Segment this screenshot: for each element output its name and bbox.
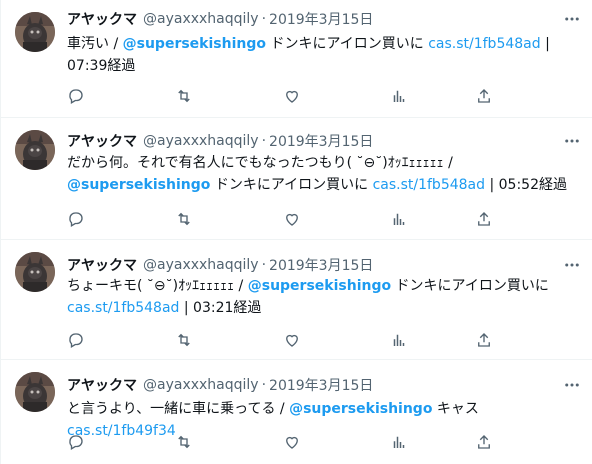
tweet-text: ちょーキモ( ˘⊖˘)ｵｯｴｪｪｪｪｪ / @supersekishingo ド…: [67, 275, 567, 319]
more-icon[interactable]: [561, 375, 583, 395]
views-icon[interactable]: [384, 430, 414, 454]
tweet-text-prefix: だから何。それで有名人にでもなったつもり( ˘⊖˘)ｵｯｴｪｪｪｪｪ /: [67, 155, 453, 171]
views-icon[interactable]: [384, 328, 414, 352]
tweet-actions: [61, 328, 501, 352]
retweet-icon[interactable]: [169, 430, 199, 454]
avatar[interactable]: [15, 252, 55, 292]
user-handle[interactable]: @ayaxxxhaqqily: [143, 377, 259, 393]
user-handle[interactable]: @ayaxxxhaqqily: [143, 133, 259, 149]
share-icon[interactable]: [469, 207, 499, 231]
tweet-feed: アヤックマ @ayaxxxhaqqily · 2019年3月15日 車汚い / …: [0, 0, 592, 464]
tweet-date[interactable]: 2019年3月15日: [269, 9, 373, 29]
tweet-actions: [61, 207, 501, 231]
tweet-date[interactable]: 2019年3月15日: [269, 131, 373, 151]
tweet-text-suffix: | 03:21経過: [179, 300, 262, 316]
tweet-text-prefix: 車汚い /: [67, 36, 123, 52]
tweet-text-prefix: と言うより、一緒に車に乗ってる /: [67, 401, 290, 417]
like-icon[interactable]: [277, 207, 307, 231]
share-icon[interactable]: [469, 328, 499, 352]
display-name[interactable]: アヤックマ: [67, 375, 137, 395]
reply-icon[interactable]: [61, 430, 91, 454]
like-icon[interactable]: [277, 430, 307, 454]
tweet-text: 車汚い / @supersekishingo ドンキにアイロン買いに cas.s…: [67, 33, 567, 77]
retweet-icon[interactable]: [169, 207, 199, 231]
display-name[interactable]: アヤックマ: [67, 255, 137, 275]
tweet-text-middle: ドンキにアイロン買いに: [391, 278, 549, 294]
more-icon[interactable]: [561, 255, 583, 275]
mention-link[interactable]: @supersekishingo: [248, 278, 391, 294]
share-icon[interactable]: [469, 84, 499, 108]
url-link[interactable]: cas.st/1fb548ad: [373, 177, 485, 193]
user-handle[interactable]: @ayaxxxhaqqily: [143, 257, 259, 273]
tweet-text-prefix: ちょーキモ( ˘⊖˘)ｵｯｴｪｪｪｪｪ /: [67, 278, 248, 294]
user-handle[interactable]: @ayaxxxhaqqily: [143, 11, 259, 27]
views-icon[interactable]: [384, 84, 414, 108]
reply-icon[interactable]: [61, 328, 91, 352]
mention-link[interactable]: @supersekishingo: [67, 177, 210, 193]
like-icon[interactable]: [277, 328, 307, 352]
reply-icon[interactable]: [61, 84, 91, 108]
tweet-text-middle: ドンキにアイロン買いに: [266, 36, 429, 52]
tweet[interactable]: アヤックマ @ayaxxxhaqqily · 2019年3月15日 車汚い / …: [1, 0, 592, 118]
tweet-header: アヤックマ @ayaxxxhaqqily · 2019年3月15日: [67, 375, 373, 395]
avatar[interactable]: [15, 12, 55, 52]
tweet-actions: [61, 84, 501, 108]
avatar[interactable]: [15, 372, 55, 412]
tweet[interactable]: アヤックマ @ayaxxxhaqqily · 2019年3月15日 と言うより、…: [1, 360, 592, 464]
more-icon[interactable]: [561, 9, 583, 29]
display-name[interactable]: アヤックマ: [67, 131, 137, 151]
separator-dot: ·: [261, 257, 267, 273]
tweet-text-middle: ドンキにアイロン買いに: [210, 177, 373, 193]
like-icon[interactable]: [277, 84, 307, 108]
tweet-header: アヤックマ @ayaxxxhaqqily · 2019年3月15日: [67, 131, 373, 151]
url-link[interactable]: cas.st/1fb548ad: [428, 36, 540, 52]
tweet-date[interactable]: 2019年3月15日: [269, 255, 373, 275]
share-icon[interactable]: [469, 430, 499, 454]
more-icon[interactable]: [561, 131, 583, 151]
separator-dot: ·: [261, 377, 267, 393]
mention-link[interactable]: @supersekishingo: [289, 401, 432, 417]
tweet-header: アヤックマ @ayaxxxhaqqily · 2019年3月15日: [67, 9, 373, 29]
views-icon[interactable]: [384, 207, 414, 231]
url-link[interactable]: cas.st/1fb548ad: [67, 300, 179, 316]
display-name[interactable]: アヤックマ: [67, 9, 137, 29]
retweet-icon[interactable]: [169, 84, 199, 108]
separator-dot: ·: [261, 133, 267, 149]
tweet-text-suffix: | 05:52経過: [485, 177, 567, 193]
avatar[interactable]: [15, 130, 55, 170]
retweet-icon[interactable]: [169, 328, 199, 352]
mention-link[interactable]: @supersekishingo: [123, 36, 266, 52]
tweet-header: アヤックマ @ayaxxxhaqqily · 2019年3月15日: [67, 255, 373, 275]
tweet[interactable]: アヤックマ @ayaxxxhaqqily · 2019年3月15日 だから何。そ…: [1, 118, 592, 240]
tweet[interactable]: アヤックマ @ayaxxxhaqqily · 2019年3月15日 ちょーキモ(…: [1, 240, 592, 360]
tweet-date[interactable]: 2019年3月15日: [269, 375, 373, 395]
separator-dot: ·: [261, 11, 267, 27]
tweet-text: だから何。それで有名人にでもなったつもり( ˘⊖˘)ｵｯｴｪｪｪｪｪ / @su…: [67, 152, 567, 196]
tweet-actions: [61, 430, 501, 454]
reply-icon[interactable]: [61, 207, 91, 231]
tweet-text-middle: キャス: [432, 401, 479, 417]
